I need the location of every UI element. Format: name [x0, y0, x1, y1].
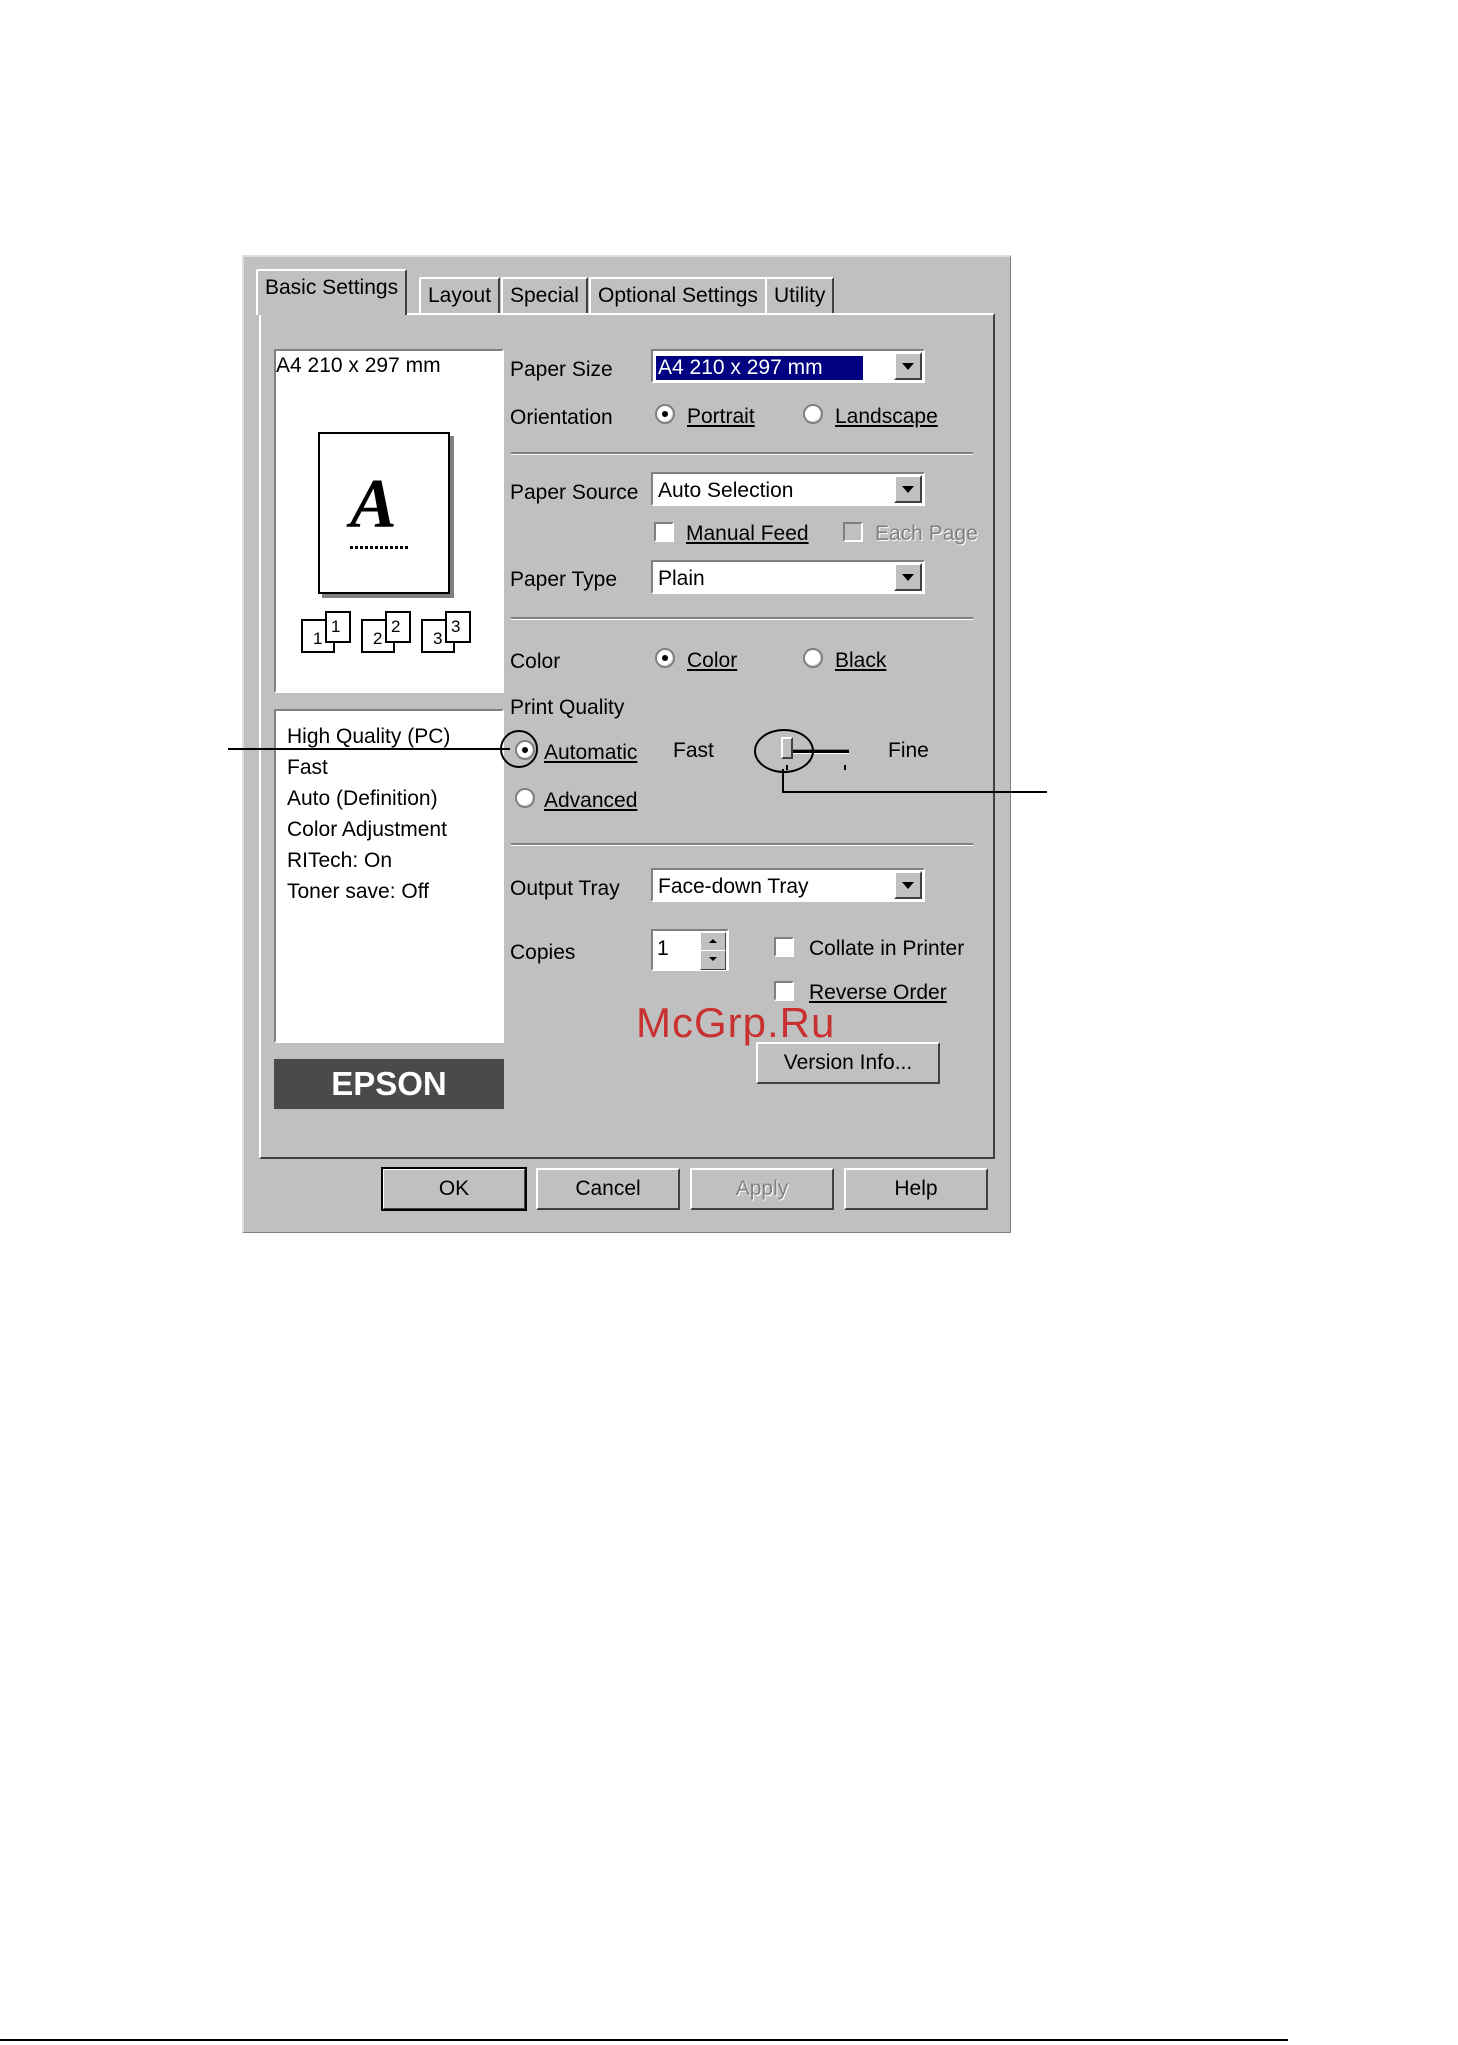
automatic-label[interactable]: Automatic: [544, 742, 637, 763]
divider: [511, 617, 973, 620]
settings-summary: High Quality (PC) Fast Auto (Definition)…: [274, 709, 504, 1043]
callout-circle-slider: [754, 729, 814, 773]
callout-line-automatic: [228, 748, 510, 750]
preview-paper-label: A4 210 x 297 mm: [276, 354, 441, 377]
landscape-radio[interactable]: [803, 404, 823, 424]
output-tray-label: Output Tray: [510, 877, 620, 900]
each-page-checkbox: [843, 522, 863, 542]
manual-feed-checkbox[interactable]: [654, 522, 674, 542]
tab-layout[interactable]: Layout: [419, 277, 501, 313]
slider-tick: [844, 765, 846, 770]
tab-utility[interactable]: Utility: [765, 277, 835, 313]
portrait-label[interactable]: Portrait: [687, 406, 755, 427]
callout-circle-automatic: [500, 730, 538, 768]
epson-logo: EPSON: [274, 1059, 504, 1109]
sample-letter: A: [350, 466, 397, 543]
ok-button[interactable]: OK: [381, 1167, 527, 1211]
callout-line-slider-vertical: [782, 769, 784, 793]
output-tray-select[interactable]: Face-down Tray: [651, 868, 925, 902]
paper-source-select[interactable]: Auto Selection: [651, 472, 925, 506]
page-footer-rule: [0, 2039, 1288, 2041]
black-option-label[interactable]: Black: [835, 650, 886, 671]
callout-line-slider: [782, 791, 1047, 793]
color-radio[interactable]: [655, 648, 675, 668]
page-icon: A: [318, 432, 450, 594]
fine-label: Fine: [888, 739, 929, 762]
color-option-label[interactable]: Color: [687, 650, 737, 671]
sample-text-lines: [350, 546, 410, 549]
chevron-down-icon[interactable]: [894, 475, 922, 503]
copies-stepper[interactable]: 1: [651, 929, 729, 971]
watermark: McGrp.Ru: [636, 999, 836, 1046]
apply-button: Apply: [690, 1168, 834, 1210]
collate-label[interactable]: Collate in Printer: [809, 938, 964, 959]
orientation-label: Orientation: [510, 406, 613, 429]
copies-label: Copies: [510, 941, 576, 964]
collate-checkbox[interactable]: [774, 937, 794, 957]
summary-item: Auto (Definition): [287, 787, 438, 810]
landscape-label[interactable]: Landscape: [835, 406, 938, 427]
summary-item: Color Adjustment: [287, 818, 447, 841]
chevron-down-icon[interactable]: [894, 352, 922, 380]
fast-label: Fast: [673, 739, 714, 762]
paper-size-label: Paper Size: [510, 358, 613, 381]
summary-item: Fast: [287, 756, 328, 779]
copies-value: 1: [657, 937, 669, 960]
chevron-down-icon[interactable]: [894, 871, 922, 899]
divider: [511, 452, 973, 455]
tab-panel: A4 210 x 297 mm A 1 1 2 2 3 3 High Quali…: [259, 313, 995, 1159]
advanced-label[interactable]: Advanced: [544, 790, 637, 811]
help-button[interactable]: Help: [844, 1168, 988, 1210]
advanced-radio[interactable]: [515, 788, 535, 808]
divider: [511, 843, 973, 846]
summary-item: RITech: On: [287, 849, 393, 872]
color-label: Color: [510, 650, 561, 673]
tab-basic-settings[interactable]: Basic Settings: [256, 269, 408, 315]
spin-up-icon[interactable]: [700, 932, 726, 952]
black-radio[interactable]: [803, 648, 823, 668]
printer-properties-dialog: Basic Settings Layout Special Optional S…: [242, 255, 1011, 1233]
tab-optional-settings[interactable]: Optional Settings: [589, 277, 767, 313]
chevron-down-icon[interactable]: [894, 563, 922, 591]
print-quality-label: Print Quality: [510, 696, 625, 719]
cancel-button[interactable]: Cancel: [536, 1168, 680, 1210]
summary-item: Toner save: Off: [287, 880, 430, 903]
collate-icon: 1 1 2 2 3 3: [301, 611, 481, 653]
spin-down-icon[interactable]: [700, 950, 726, 970]
paper-type-label: Paper Type: [510, 568, 618, 591]
paper-source-label: Paper Source: [510, 481, 639, 504]
tab-special[interactable]: Special: [501, 277, 588, 313]
each-page-label: Each Page: [875, 522, 978, 545]
paper-type-select[interactable]: Plain: [651, 560, 925, 594]
reverse-order-checkbox[interactable]: [774, 981, 794, 1001]
version-info-button[interactable]: Version Info...: [756, 1042, 940, 1084]
paper-size-select[interactable]: A4 210 x 297 mm: [651, 349, 925, 383]
portrait-radio[interactable]: [655, 404, 675, 424]
manual-feed-label[interactable]: Manual Feed: [686, 523, 809, 544]
paper-preview: A4 210 x 297 mm A 1 1 2 2 3 3: [274, 349, 504, 693]
